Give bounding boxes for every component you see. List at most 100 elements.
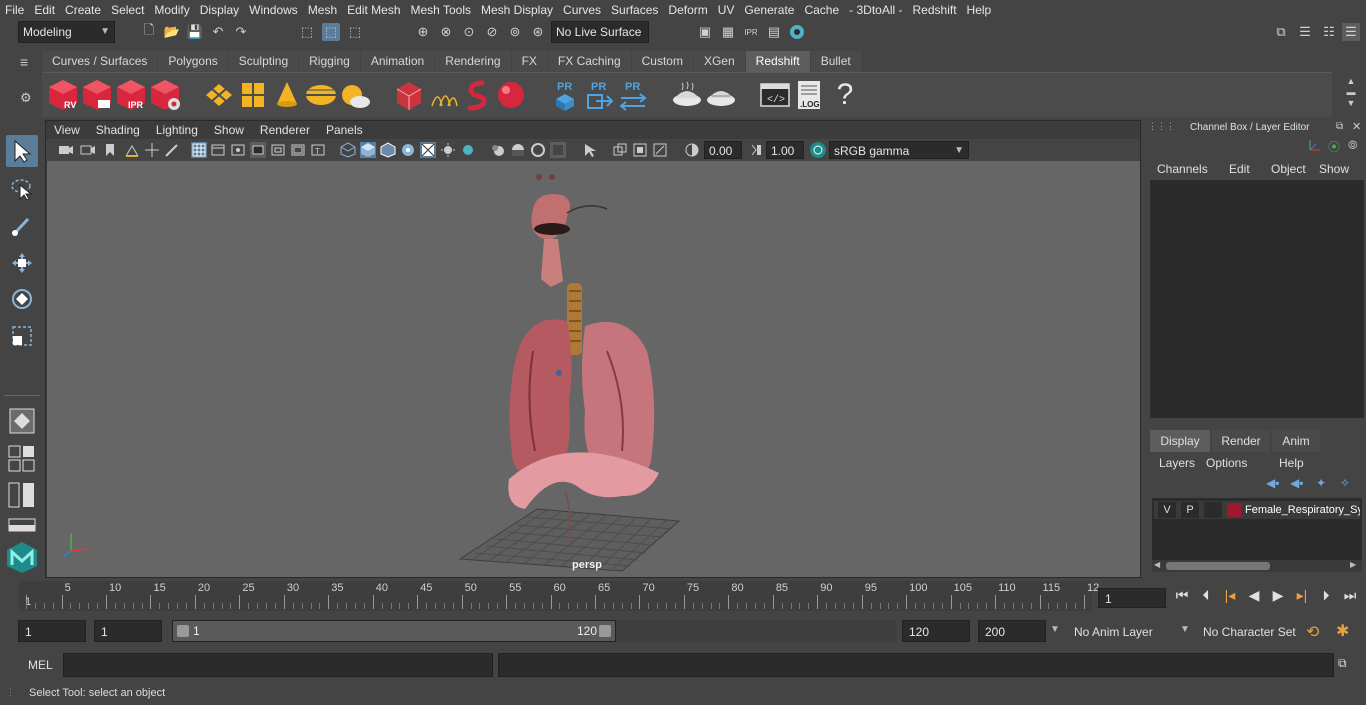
redshift-render-sequence-icon[interactable] (80, 78, 114, 112)
play-forwards-icon[interactable]: ▶ (1268, 587, 1288, 609)
live-surface-field[interactable]: No Live Surface (551, 21, 649, 43)
step-back-key-icon[interactable]: |◂ (1220, 587, 1240, 609)
chevron-down-icon[interactable]: ▼ (1050, 624, 1060, 635)
safe-action-icon[interactable] (290, 142, 306, 158)
layer-display-type-toggle[interactable] (1204, 502, 1222, 518)
shelf-tab-rendering[interactable]: Rendering (435, 51, 511, 72)
layer-name[interactable]: Female_Respiratory_Sy (1245, 502, 1360, 518)
menu-mesh[interactable]: Mesh (303, 0, 342, 20)
gamma-field[interactable]: 1.00 (766, 141, 804, 159)
shelf-tab-bullet[interactable]: Bullet (810, 51, 861, 72)
time-slider[interactable]: 1 5 10 15 20 25 30 35 40 45 50 55 60 65 70 75 80 85 90 95 10… (18, 581, 1099, 611)
exposure-field[interactable]: 0.00 (704, 141, 742, 159)
shelf-tab-sculpting[interactable]: Sculpting (228, 51, 299, 72)
exposure-icon[interactable] (684, 142, 700, 158)
shelf-tab-rigging[interactable]: Rigging (299, 51, 360, 72)
shelf-menu-icon[interactable]: ≡ (20, 54, 36, 70)
channel-settings-icon[interactable]: ⦾ (1348, 138, 1358, 153)
menu-3dtoall[interactable]: - 3DtoAll - (844, 0, 907, 20)
go-to-start-icon[interactable]: ⏮ (1172, 587, 1192, 609)
lasso-tool-icon[interactable] (6, 173, 38, 205)
new-layer-selected-icon[interactable]: ✧ (1340, 476, 1350, 490)
menu-mesh-tools[interactable]: Mesh Tools (406, 0, 476, 20)
redshift-pr-export-icon[interactable]: PR (582, 78, 616, 112)
gamma-icon[interactable] (748, 142, 764, 158)
layer-color-swatch[interactable] (1227, 503, 1241, 517)
four-view-layout-icon[interactable] (8, 445, 36, 473)
screen-space-ao-icon[interactable] (460, 142, 476, 158)
new-layer-icon[interactable]: ✦ (1316, 476, 1326, 490)
float-panel-icon[interactable]: ⧉ (1336, 121, 1343, 132)
redshift-settings-icon[interactable] (148, 78, 182, 112)
menu-cache[interactable]: Cache (799, 0, 844, 20)
viewport-menu-view[interactable]: View (46, 121, 88, 139)
layer-menu-options[interactable]: Options (1206, 456, 1247, 470)
field-chart-icon[interactable] (270, 142, 286, 158)
menu-create[interactable]: Create (60, 0, 106, 20)
color-space-dropdown[interactable]: sRGB gamma ▼ (829, 141, 969, 159)
film-gate-icon[interactable] (210, 142, 226, 158)
layer-tab-anim[interactable]: Anim (1272, 430, 1320, 452)
menu-help[interactable]: Help (962, 0, 997, 20)
layer-tab-display[interactable]: Display (1150, 430, 1210, 452)
channel-menu-object[interactable]: Object (1271, 162, 1306, 176)
menu-surfaces[interactable]: Surfaces (606, 0, 663, 20)
anim-layer-dropdown[interactable]: No Anim Layer (1074, 625, 1153, 639)
save-scene-icon[interactable]: 💾 (186, 23, 204, 41)
snap-together-icon[interactable]: ⊛ (529, 23, 547, 41)
axis-icon[interactable] (1306, 138, 1322, 157)
grease-pencil-icon[interactable] (164, 142, 180, 158)
attribute-editor-icon[interactable]: ☰ (1296, 23, 1314, 41)
menu-modify[interactable]: Modify (149, 0, 194, 20)
frame-selected-icon[interactable] (652, 142, 668, 158)
shelf-tab-custom[interactable]: Custom (631, 51, 693, 72)
redshift-pr-swap-icon[interactable]: PR (616, 78, 650, 112)
redshift-volume-icon[interactable] (460, 78, 494, 112)
tool-settings-icon[interactable]: ☷ (1320, 23, 1338, 41)
gate-mask-icon[interactable] (250, 142, 266, 158)
select-tool-icon[interactable] (6, 135, 38, 167)
snap-surface-icon[interactable]: ⊚ (506, 23, 524, 41)
menu-select[interactable]: Select (106, 0, 149, 20)
outliner-layout-icon[interactable] (8, 518, 36, 532)
menu-windows[interactable]: Windows (244, 0, 303, 20)
go-to-end-icon[interactable]: ⏭ (1340, 587, 1360, 609)
redshift-render-view-icon[interactable]: RV (46, 78, 80, 112)
redo-icon[interactable]: ↷ (232, 23, 250, 41)
viewport-menu-renderer[interactable]: Renderer (252, 121, 318, 139)
xray-joints-icon[interactable] (612, 142, 628, 158)
bookmark-icon[interactable] (102, 142, 118, 158)
camera-attributes-icon[interactable] (80, 142, 96, 158)
layer-menu-help[interactable]: Help (1279, 456, 1304, 470)
select-component-icon[interactable]: ⬚ (346, 23, 364, 41)
render-view-icon[interactable]: ▣ (696, 23, 714, 41)
select-object-icon[interactable]: ⬚ (322, 23, 340, 41)
close-panel-icon[interactable]: ✕ (1352, 120, 1361, 133)
menu-redshift[interactable]: Redshift (908, 0, 962, 20)
menu-file[interactable]: File (0, 0, 29, 20)
menu-generate[interactable]: Generate (739, 0, 799, 20)
snap-curve-icon[interactable]: ⊗ (437, 23, 455, 41)
motion-blur-icon[interactable] (490, 142, 506, 158)
scroll-thumb[interactable] (1166, 562, 1270, 570)
layer-row[interactable]: V P Female_Respiratory_Sy (1154, 501, 1360, 519)
use-all-lights-icon[interactable] (420, 142, 436, 158)
wireframe-icon[interactable] (340, 142, 356, 158)
hypershade-icon[interactable] (788, 23, 806, 41)
move-layer-down-icon[interactable]: ◀▪ (1290, 476, 1303, 490)
color-management-icon[interactable] (810, 142, 826, 158)
channel-menu-edit[interactable]: Edit (1229, 162, 1250, 176)
two-d-pan-icon[interactable] (144, 142, 160, 158)
shelf-tab-polygons[interactable]: Polygons (158, 51, 228, 72)
bake-texture-icon[interactable] (670, 78, 704, 112)
two-view-layout-icon[interactable] (8, 482, 36, 508)
menu-mesh-display[interactable]: Mesh Display (476, 0, 558, 20)
smooth-shade-icon[interactable] (360, 142, 376, 158)
redshift-light-rect-icon[interactable] (202, 78, 236, 112)
help-icon[interactable]: ? (828, 78, 862, 112)
move-tool-icon[interactable] (6, 247, 38, 279)
menu-edit-mesh[interactable]: Edit Mesh (342, 0, 405, 20)
redshift-proxy-icon[interactable] (392, 78, 426, 112)
play-backwards-icon[interactable]: ◀ (1244, 587, 1264, 609)
shadows-icon[interactable] (440, 142, 456, 158)
